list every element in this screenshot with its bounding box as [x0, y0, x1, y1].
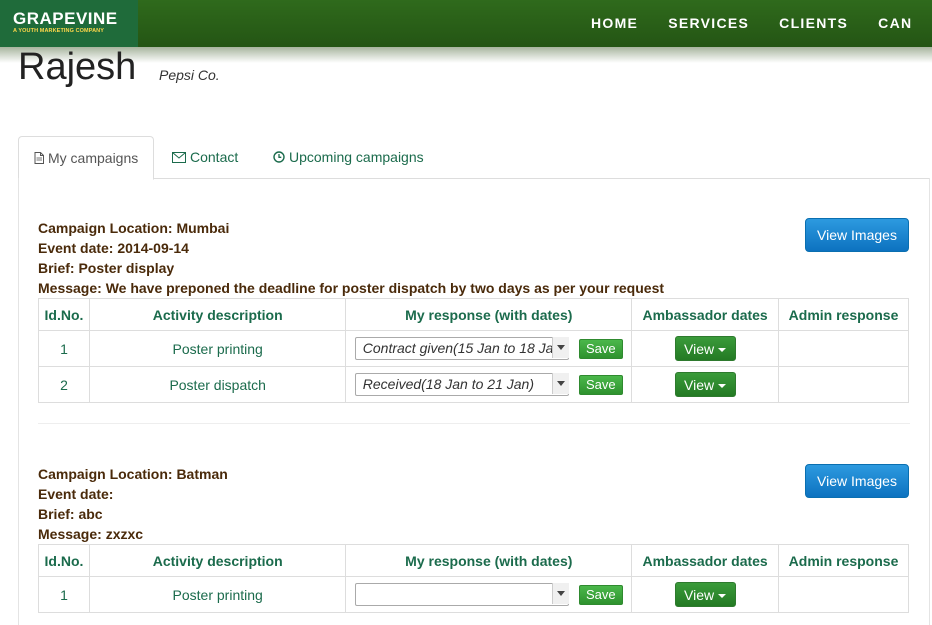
nav-link-services[interactable]: SERVICES: [653, 0, 764, 47]
header-response: My response (with dates): [345, 544, 633, 577]
save-button[interactable]: Save: [578, 374, 623, 395]
header-ambassador-dates: Ambassador dates: [631, 298, 780, 331]
table-row: 1 Poster printing Save View: [38, 576, 909, 613]
profile-name: Rajesh: [18, 46, 137, 88]
activity-table: Id.No. Activity description My response …: [38, 544, 909, 613]
row-admin-response: [778, 366, 909, 403]
brand-logo[interactable]: GRAPEVINE A YOUTH MARKETING COMPANY: [0, 0, 138, 47]
response-select[interactable]: Received(18 Jan to 21 Jan): [354, 373, 569, 396]
tab-contact-label: Contact: [190, 149, 239, 165]
row-id: 1: [38, 576, 90, 613]
campaign-brief: Brief: Poster display: [38, 260, 175, 276]
row-activity: Poster dispatch: [88, 366, 347, 403]
row-response-cell: Contract given(15 Jan to 18 Jan) Save: [345, 330, 633, 367]
brand-tagline: A YOUTH MARKETING COMPANY: [13, 28, 105, 34]
response-select[interactable]: Contract given(15 Jan to 18 Jan): [354, 337, 569, 360]
response-select-value[interactable]: Contract given(15 Jan to 18 Jan): [354, 337, 569, 360]
header-id: Id.No.: [38, 544, 90, 577]
nav-link-clients[interactable]: CLIENTS: [764, 0, 863, 47]
nav-link-can[interactable]: CAN: [863, 0, 927, 47]
save-button[interactable]: Save: [578, 584, 623, 605]
row-id: 2: [38, 366, 90, 403]
campaign-card: Campaign Location: Mumbai Event date: 20…: [38, 218, 910, 408]
response-select-value[interactable]: Received(18 Jan to 21 Jan): [354, 373, 569, 396]
campaign-event-date: Event date:: [38, 486, 114, 502]
header-activity: Activity description: [88, 544, 347, 577]
row-activity: Poster printing: [88, 576, 347, 613]
row-response-cell: Save: [345, 576, 633, 613]
table-row: 2 Poster dispatch Received(18 Jan to 21 …: [38, 366, 909, 403]
top-navbar: GRAPEVINE A YOUTH MARKETING COMPANY HOME…: [0, 0, 932, 63]
save-button[interactable]: Save: [578, 338, 623, 359]
tab-upcoming-campaigns[interactable]: Upcoming campaigns: [273, 136, 424, 179]
tab-my-campaigns-label: My campaigns: [48, 150, 139, 166]
table-header-row: Id.No. Activity description My response …: [38, 298, 909, 331]
header-admin-response: Admin response: [778, 298, 909, 331]
response-select[interactable]: [354, 583, 569, 606]
caret-down-icon: [718, 348, 727, 352]
tab-contact[interactable]: Contact: [172, 136, 238, 179]
table-header-row: Id.No. Activity description My response …: [38, 544, 909, 577]
table-row: 1 Poster printing Contract given(15 Jan …: [38, 330, 909, 367]
header-id: Id.No.: [38, 298, 90, 331]
campaign-location: Campaign Location: Mumbai: [38, 220, 230, 236]
nav-link-home[interactable]: HOME: [576, 0, 653, 47]
row-ambassador-dates: View: [631, 366, 780, 403]
envelope-icon: [172, 152, 186, 163]
row-id: 1: [38, 330, 90, 367]
view-button-label: View: [684, 377, 715, 393]
view-button-label: View: [684, 341, 715, 357]
brand-name: GRAPEVINE: [13, 9, 118, 28]
row-ambassador-dates: View: [631, 330, 780, 367]
view-dates-button[interactable]: View: [674, 336, 736, 361]
campaign-message: Message: zxzxc: [38, 526, 144, 542]
header-ambassador-dates: Ambassador dates: [631, 544, 780, 577]
view-dates-button[interactable]: View: [674, 582, 736, 607]
caret-down-icon: [718, 384, 727, 388]
activity-table: Id.No. Activity description My response …: [38, 298, 909, 403]
nav-links: HOME SERVICES CLIENTS CAN: [576, 0, 927, 47]
clock-icon: [273, 151, 285, 163]
company-name: Pepsi Co.: [159, 67, 220, 83]
chevron-down-icon[interactable]: [551, 337, 569, 358]
campaign-divider: [38, 423, 910, 424]
row-activity: Poster printing: [88, 330, 347, 367]
chevron-down-icon[interactable]: [551, 373, 569, 394]
file-icon: [34, 152, 44, 164]
header-activity: Activity description: [88, 298, 347, 331]
response-select-value[interactable]: [354, 583, 569, 606]
header-response: My response (with dates): [345, 298, 633, 331]
campaign-card: Campaign Location: Batman Event date: Br…: [38, 464, 910, 625]
row-admin-response: [778, 330, 909, 367]
row-admin-response: [778, 576, 909, 613]
campaign-event-date: Event date: 2014-09-14: [38, 240, 189, 256]
view-images-button[interactable]: View Images: [805, 218, 909, 252]
view-images-button[interactable]: View Images: [805, 464, 909, 498]
view-button-label: View: [684, 587, 715, 603]
row-response-cell: Received(18 Jan to 21 Jan) Save: [345, 366, 633, 403]
row-ambassador-dates: View: [631, 576, 780, 613]
chevron-down-icon[interactable]: [551, 583, 569, 604]
caret-down-icon: [718, 594, 727, 598]
campaign-location: Campaign Location: Batman: [38, 466, 228, 482]
tab-bar: My campaigns Contact Upcoming campaigns: [18, 136, 930, 180]
header-admin-response: Admin response: [778, 544, 909, 577]
campaign-brief: Brief: abc: [38, 506, 103, 522]
tab-upcoming-campaigns-label: Upcoming campaigns: [289, 149, 424, 165]
tab-my-campaigns[interactable]: My campaigns: [18, 136, 154, 180]
campaign-message: Message: We have preponed the deadline f…: [38, 280, 665, 296]
view-dates-button[interactable]: View: [674, 372, 736, 397]
